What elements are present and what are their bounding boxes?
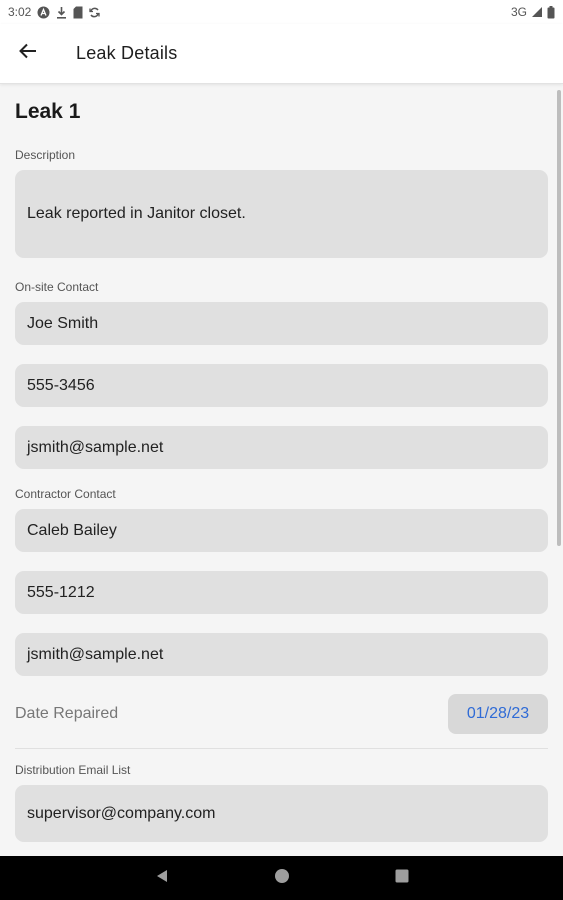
a-circle-icon <box>37 6 50 19</box>
battery-icon <box>547 5 555 19</box>
date-repaired-button[interactable]: 01/28/23 <box>448 694 548 734</box>
onsite-phone-field[interactable]: 555-3456 <box>15 364 548 407</box>
leak-title: Leak 1 <box>15 100 81 123</box>
back-button[interactable] <box>0 26 56 82</box>
arrow-left-icon <box>19 43 37 64</box>
distribution-email-label: Distribution Email List <box>15 763 131 777</box>
date-repaired-row: Date Repaired 01/28/23 <box>15 694 548 734</box>
network-type: 3G <box>510 5 527 19</box>
nav-home-button[interactable] <box>222 856 342 900</box>
onsite-email-value: jsmith@sample.net <box>27 438 164 456</box>
contractor-phone-field[interactable]: 555-1212 <box>15 571 548 614</box>
sim-card-icon <box>73 6 83 19</box>
description-field[interactable]: Leak reported in Janitor closet. <box>15 170 548 258</box>
divider <box>15 748 548 749</box>
contractor-phone-value: 555-1212 <box>27 583 95 601</box>
page-title: Leak Details <box>76 43 178 63</box>
contractor-contact-label: Contractor Contact <box>15 487 116 501</box>
contractor-email-value: jsmith@sample.net <box>27 645 164 663</box>
contractor-name-field[interactable]: Caleb Bailey <box>15 509 548 552</box>
onsite-phone-value: 555-3456 <box>27 376 95 394</box>
contractor-name-value: Caleb Bailey <box>27 521 117 539</box>
description-label: Description <box>15 148 76 162</box>
back-triangle-icon <box>154 868 170 889</box>
nav-recents-button[interactable] <box>342 856 462 900</box>
date-repaired-value: 01/28/23 <box>466 705 530 722</box>
date-repaired-label: Date Repaired <box>15 705 119 722</box>
distribution-email-field[interactable]: supervisor@company.com <box>15 785 548 842</box>
system-nav-bar <box>0 856 563 900</box>
contractor-email-field[interactable]: jsmith@sample.net <box>15 633 548 676</box>
status-time: 3:02 <box>8 5 32 19</box>
onsite-email-field[interactable]: jsmith@sample.net <box>15 426 548 469</box>
distribution-email-value: supervisor@company.com <box>27 804 216 822</box>
onsite-name-field[interactable]: Joe Smith <box>15 302 548 345</box>
nav-back-button[interactable] <box>102 856 222 900</box>
onsite-name-value: Joe Smith <box>27 314 99 332</box>
status-left: 3:02 <box>8 5 101 19</box>
app-bar: Leak Details <box>0 24 563 84</box>
download-icon <box>56 6 67 19</box>
signal-icon <box>531 6 543 18</box>
recents-square-icon <box>394 868 410 889</box>
status-bar: 3:02 3G <box>0 0 563 24</box>
home-circle-icon <box>274 868 290 889</box>
sync-icon <box>89 6 101 19</box>
onsite-contact-label: On-site Contact <box>15 280 99 294</box>
description-value: Leak reported in Janitor closet. <box>27 205 246 222</box>
leak-details-content[interactable]: Leak 1 Description Leak reported in Jani… <box>0 84 563 856</box>
status-right: 3G <box>511 5 555 19</box>
scrollbar-thumb[interactable] <box>557 90 561 546</box>
